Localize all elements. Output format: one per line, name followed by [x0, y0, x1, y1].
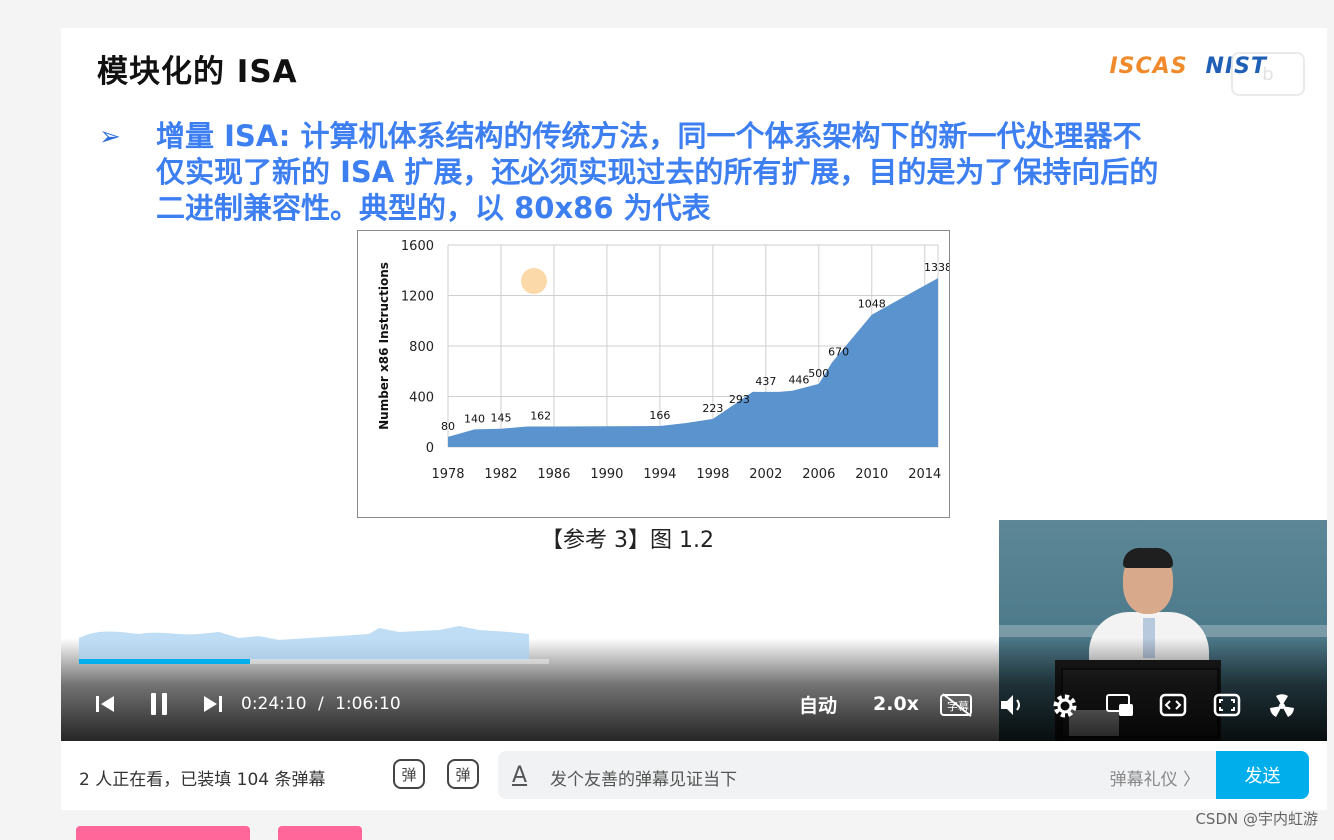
current-time: 0:24:10 [241, 694, 307, 714]
data-label: 80 [441, 420, 455, 433]
danmaku-toggle-icon[interactable]: 弹 [393, 759, 425, 789]
y-axis-label: Number x86 Instructions [377, 262, 391, 430]
y-tick-label: 1600 [401, 239, 434, 254]
send-button[interactable]: 发送 [1216, 751, 1309, 799]
previous-icon[interactable] [93, 692, 117, 716]
footer-tag-2[interactable] [278, 826, 362, 840]
danmaku-style-icon[interactable]: A [512, 763, 527, 788]
data-label: 166 [649, 409, 670, 422]
danmaku-toggle-glyph: 弹 [401, 765, 417, 784]
figure-caption: 【参考 3】图 1.2 [541, 528, 714, 553]
next-icon[interactable] [201, 692, 225, 716]
progress-fill [79, 659, 251, 664]
progress-bar[interactable] [79, 659, 549, 664]
viewer-count: 2 人正在看，已装填 104 条弹幕 [79, 770, 326, 790]
highlight-waveform [79, 626, 529, 660]
data-label: 140 [464, 412, 485, 425]
y-tick-label: 400 [409, 391, 434, 406]
danmaku-input[interactable]: A 发个友善的弹幕见证当下 弹幕礼仪 〉 [498, 751, 1218, 799]
picture-in-picture-icon[interactable] [1105, 692, 1135, 718]
duration: 1:06:10 [335, 694, 401, 714]
speed-button[interactable]: 2.0x [873, 692, 919, 716]
pause-icon[interactable] [147, 692, 171, 716]
data-label: 1338 [924, 261, 949, 274]
slide-body-text: 增量 ISA: 计算机体系结构的传统方法，同一个体系架构下的新一代处理器不仅实现… [156, 119, 1159, 225]
data-label: 500 [808, 367, 829, 380]
danmaku-etiquette-link[interactable]: 弹幕礼仪 〉 [1110, 765, 1200, 790]
data-label: 223 [702, 402, 723, 415]
volume-icon[interactable] [999, 692, 1025, 718]
danmaku-placeholder[interactable]: 发个友善的弹幕见证当下 [550, 765, 737, 790]
danmaku-settings-glyph: 弹 [455, 765, 471, 784]
time-display: 0:24:10 / 1:06:10 [241, 692, 401, 716]
y-tick-label: 800 [409, 340, 434, 355]
data-label: 1048 [858, 298, 886, 311]
x-tick-label: 2014 [908, 467, 941, 482]
widescreen-icon[interactable] [1159, 692, 1187, 718]
decorative-dot [521, 268, 547, 294]
bilibili-watermark-icon: b [1231, 52, 1305, 96]
y-tick-label: 1200 [401, 290, 434, 305]
x-tick-label: 2010 [855, 467, 888, 482]
iscas-logo: ISCAS [1109, 54, 1188, 79]
data-label: 437 [755, 375, 776, 388]
instruction-count-chart: 0 400 800 1200 1600 1978 1982 1986 1990 1994 1998 2… [357, 230, 952, 518]
x-tick-label: 2006 [802, 467, 835, 482]
x-tick-label: 1986 [537, 467, 570, 482]
data-label: 670 [828, 345, 849, 358]
video-player[interactable]: 模块化的 ISA ISCAS NIST b ➢ 增量 ISA: 计算机体系结构的… [61, 28, 1327, 741]
data-label: 145 [490, 412, 511, 425]
fullscreen-icon[interactable] [1213, 692, 1241, 718]
x-tick-label: 1998 [696, 467, 729, 482]
data-label: 162 [530, 410, 551, 423]
subtitle-off-icon[interactable]: 字幕 [939, 692, 975, 718]
danmaku-settings-icon[interactable]: 弹 [447, 759, 479, 789]
csdn-watermark: CSDN @宇内虹游 [1195, 810, 1318, 828]
slide-title: 模块化的 ISA [97, 54, 298, 90]
footer-tag-1[interactable] [76, 826, 250, 840]
x-tick-label: 1978 [431, 467, 464, 482]
x-tick-label: 1990 [590, 467, 623, 482]
x-tick-label: 2002 [749, 467, 782, 482]
data-label: 446 [788, 374, 809, 387]
settings-gear-icon[interactable] [1051, 692, 1079, 720]
data-label: 293 [729, 393, 750, 406]
quality-button[interactable]: 自动 [799, 692, 837, 717]
bullet-arrow-icon: ➢ [99, 122, 121, 152]
chart-svg: 0 400 800 1200 1600 1978 1982 1986 1990 1994 1998 2… [377, 239, 952, 482]
x-tick-label: 1994 [643, 467, 676, 482]
danmaku-bar: 2 人正在看，已装填 104 条弹幕 弹 弹 A 发个友善的弹幕见证当下 弹幕礼… [61, 741, 1327, 810]
y-tick-label: 0 [426, 441, 434, 456]
x-tick-label: 1982 [484, 467, 517, 482]
footer-tags [76, 826, 362, 840]
time-separator: / [317, 694, 324, 714]
radiation-mode-icon[interactable] [1267, 692, 1297, 720]
